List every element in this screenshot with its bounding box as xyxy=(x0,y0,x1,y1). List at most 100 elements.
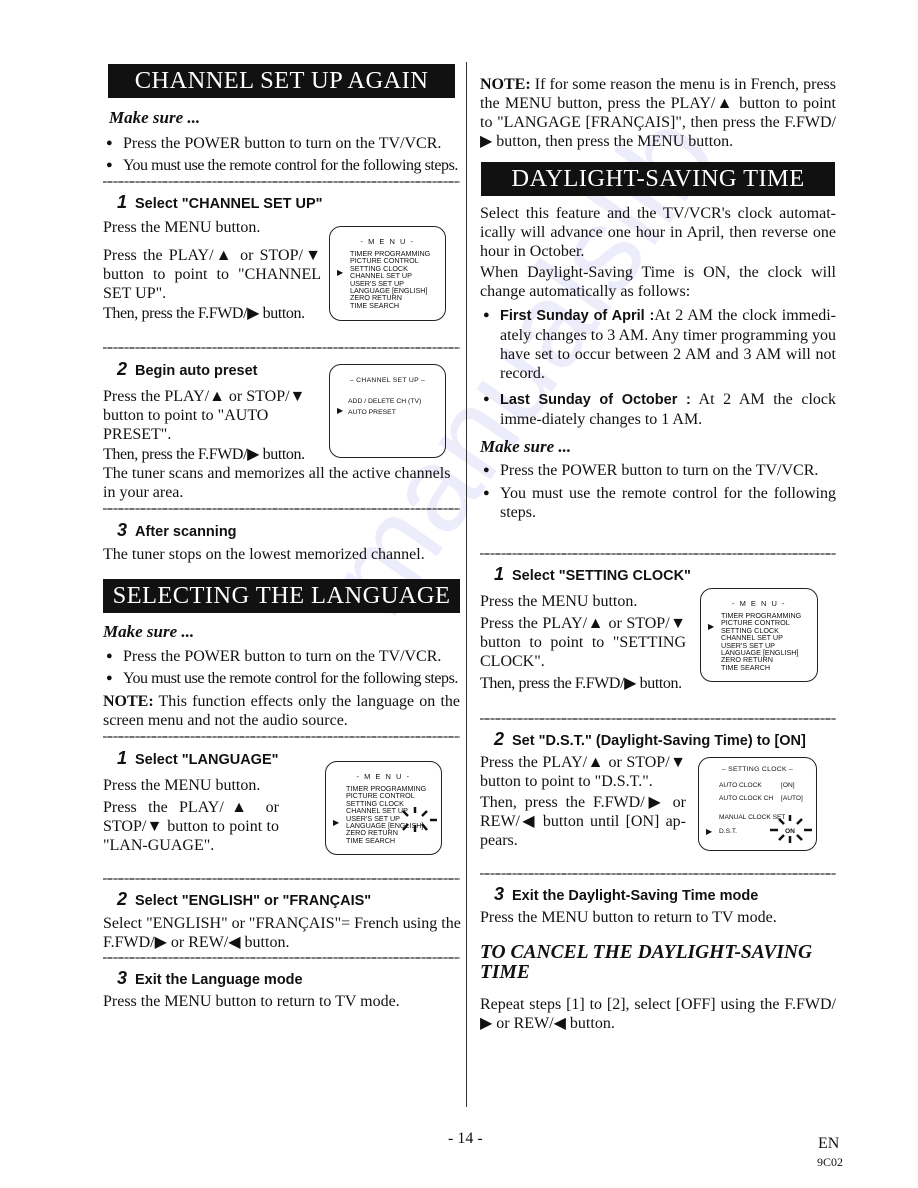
step-number: 1 xyxy=(494,564,505,584)
bullet-item: Press the POWER button to turn on the TV… xyxy=(103,647,483,666)
step-heading: 1 Select "CHANNEL SET UP" xyxy=(103,192,323,213)
step-heading: 2 Set "D.S.T." (Daylight-Saving Time) to … xyxy=(480,729,806,750)
dst-intro: Select this feature and the TV/VCR's clo… xyxy=(480,205,836,260)
section-rule xyxy=(103,957,460,959)
screen-title: – SETTING CLOCK – xyxy=(721,766,794,773)
dst-rule-april: First Sunday of April :At 2 AM the clock… xyxy=(480,306,836,383)
step-text: Then, press the F.FWD/▶ button. xyxy=(103,446,305,463)
step-text: Press the PLAY/▲ or STOP/▼ button to poi… xyxy=(480,754,686,790)
step-number: 1 xyxy=(117,748,128,768)
language-code: EN xyxy=(818,1135,840,1152)
setting-label: D.S.T. xyxy=(719,828,737,835)
step-title: Select "ENGLISH" or "FRANÇAIS" xyxy=(135,893,372,909)
step-text: Select "ENGLISH" or "FRANÇAIS"= French u… xyxy=(103,915,461,951)
bullet-item: Press the POWER button to turn on the TV… xyxy=(103,134,483,153)
step-number: 1 xyxy=(117,192,128,212)
note-label: NOTE: xyxy=(480,76,531,93)
step-number: 3 xyxy=(117,520,128,540)
step-text: Press the MENU button. xyxy=(103,219,261,236)
bullet-item: You must use the remote control for the … xyxy=(480,484,836,522)
step-heading: 3 Exit the Language mode xyxy=(103,968,303,989)
bullet-item: You must use the remote control for the … xyxy=(103,156,493,175)
section-rule xyxy=(103,878,460,880)
bullet-item: Press the POWER button to turn on the TV… xyxy=(480,461,856,480)
cancel-dst-heading: TO CANCEL THE DAYLIGHT-SAVING TIME xyxy=(480,942,813,983)
note-text: This function effects only the language … xyxy=(103,693,460,729)
dst-when-on: When Daylight-Saving Time is ON, the clo… xyxy=(480,264,836,300)
step-number: 2 xyxy=(494,729,505,749)
screen-menu-list: TIMER PROGRAMMING PICTURE CONTROL SETTIN… xyxy=(721,612,801,672)
screen-title: - M E N U - xyxy=(356,772,411,781)
screen-menu-list: ADD / DELETE CH (TV) AUTO PRESET xyxy=(348,396,421,418)
step-title: Set "D.S.T." (Daylight-Saving Time) to [… xyxy=(512,733,806,749)
section-banner-language: SELECTING THE LANGUAGE xyxy=(103,579,460,613)
step-title: Select "CHANNEL SET UP" xyxy=(135,196,323,212)
section-rule xyxy=(103,736,460,738)
menu-item: ADD / DELETE CH (TV) xyxy=(348,398,422,405)
dst-rule-october: Last Sunday of October : At 2 AM the clo… xyxy=(480,390,836,429)
step-text: Press the MENU button to return to TV mo… xyxy=(103,993,400,1010)
step-text: Press the PLAY/▲ or STOP/▼ button to poi… xyxy=(480,615,686,670)
tv-screen-channel-setup: – CHANNEL SET UP – ▶ ADD / DELETE CH (TV… xyxy=(329,364,446,458)
section-rule xyxy=(103,508,460,510)
note-text: If for some reason the menu is in French… xyxy=(480,76,836,150)
setting-row-auto-clock-ch: AUTO CLOCK CH [AUTO] xyxy=(719,795,803,802)
tv-screen-menu: - M E N U - ▶ TIMER PROGRAMMING PICTURE … xyxy=(700,588,818,682)
rule-label: Last Sunday of October : xyxy=(500,392,691,408)
cursor-arrow-icon: ▶ xyxy=(706,827,713,836)
step-title: Select "LANGUAGE" xyxy=(135,752,279,768)
step-title: Select "SETTING CLOCK" xyxy=(512,568,691,584)
step-number: 3 xyxy=(494,884,505,904)
step-title: Begin auto preset xyxy=(135,363,258,379)
step-text: Press the MENU button to return to TV mo… xyxy=(480,909,777,926)
step-heading: 1 Select "LANGUAGE" xyxy=(103,748,279,769)
step-number: 3 xyxy=(117,968,128,988)
language-note: NOTE: This function effects only the lan… xyxy=(103,692,460,730)
setting-row-dst: D.S.T. ON xyxy=(719,828,795,835)
step-heading: 2 Begin auto preset xyxy=(103,359,257,380)
menu-item: TIME SEARCH xyxy=(346,835,396,845)
section-rule xyxy=(103,347,460,349)
step-title: After scanning xyxy=(135,524,237,540)
cursor-arrow-icon: ▶ xyxy=(708,622,715,631)
menu-item: TIME SEARCH xyxy=(350,300,400,310)
setting-row-auto-clock: AUTO CLOCK [ON] xyxy=(719,782,795,789)
tv-screen-menu: - M E N U - ▶ TIMER PROGRAMMING PICTURE … xyxy=(325,761,442,855)
section-banner-dst: DAYLIGHT-SAVING TIME xyxy=(481,162,835,196)
step-text: Then, press the F.FWD/▶ button. xyxy=(103,305,305,322)
screen-menu-list: TIMER PROGRAMMING PICTURE CONTROL SETTIN… xyxy=(350,250,430,310)
screen-title: – CHANNEL SET UP – xyxy=(349,377,426,384)
setting-label: AUTO CLOCK xyxy=(719,782,762,789)
step-heading: 3 Exit the Daylight-Saving Time mode xyxy=(480,884,758,905)
make-sure-heading: Make sure ... xyxy=(109,108,201,127)
flashing-indicator-icon xyxy=(402,807,437,832)
section-rule xyxy=(103,181,460,183)
step-text: Press the PLAY/▲ or STOP/▼ button to poi… xyxy=(103,388,306,443)
screen-title: - M E N U - xyxy=(732,599,786,608)
cursor-arrow-icon: ▶ xyxy=(337,268,344,277)
step-text: The tuner scans and memorizes all the ac… xyxy=(103,465,451,501)
make-sure-heading: Make sure ... xyxy=(480,437,572,456)
step-title: Exit the Daylight-Saving Time mode xyxy=(512,888,759,904)
menu-item: AUTO PRESET xyxy=(348,409,396,416)
make-sure-heading: Make sure ... xyxy=(103,622,195,641)
column-divider xyxy=(466,62,467,1107)
section-rule xyxy=(480,873,836,875)
step-text: Press the MENU button. xyxy=(103,777,261,794)
page-number: - 14 - xyxy=(448,1130,483,1147)
step-number: 2 xyxy=(117,889,128,909)
section-rule xyxy=(480,553,836,555)
bullet-item: You must use the remote control for the … xyxy=(103,669,493,688)
tv-screen-menu: - M E N U - ▶ TIMER PROGRAMMING PICTURE … xyxy=(329,226,446,321)
setting-label: AUTO CLOCK CH xyxy=(719,795,774,802)
cursor-arrow-icon: ▶ xyxy=(333,818,340,827)
step-title: Exit the Language mode xyxy=(135,972,303,988)
note-label: NOTE: xyxy=(103,693,154,710)
cancel-dst-text: Repeat steps [1] to [2], select [OFF] us… xyxy=(480,996,836,1032)
document-code: 9C02 xyxy=(817,1155,844,1169)
cursor-arrow-icon: ▶ xyxy=(337,406,344,415)
french-menu-note: NOTE: If for some reason the menu is in … xyxy=(480,75,836,151)
step-heading: 2 Select "ENGLISH" or "FRANÇAIS" xyxy=(103,889,371,910)
rule-label: First Sunday of April : xyxy=(500,308,655,324)
setting-value: [AUTO] xyxy=(781,795,803,802)
